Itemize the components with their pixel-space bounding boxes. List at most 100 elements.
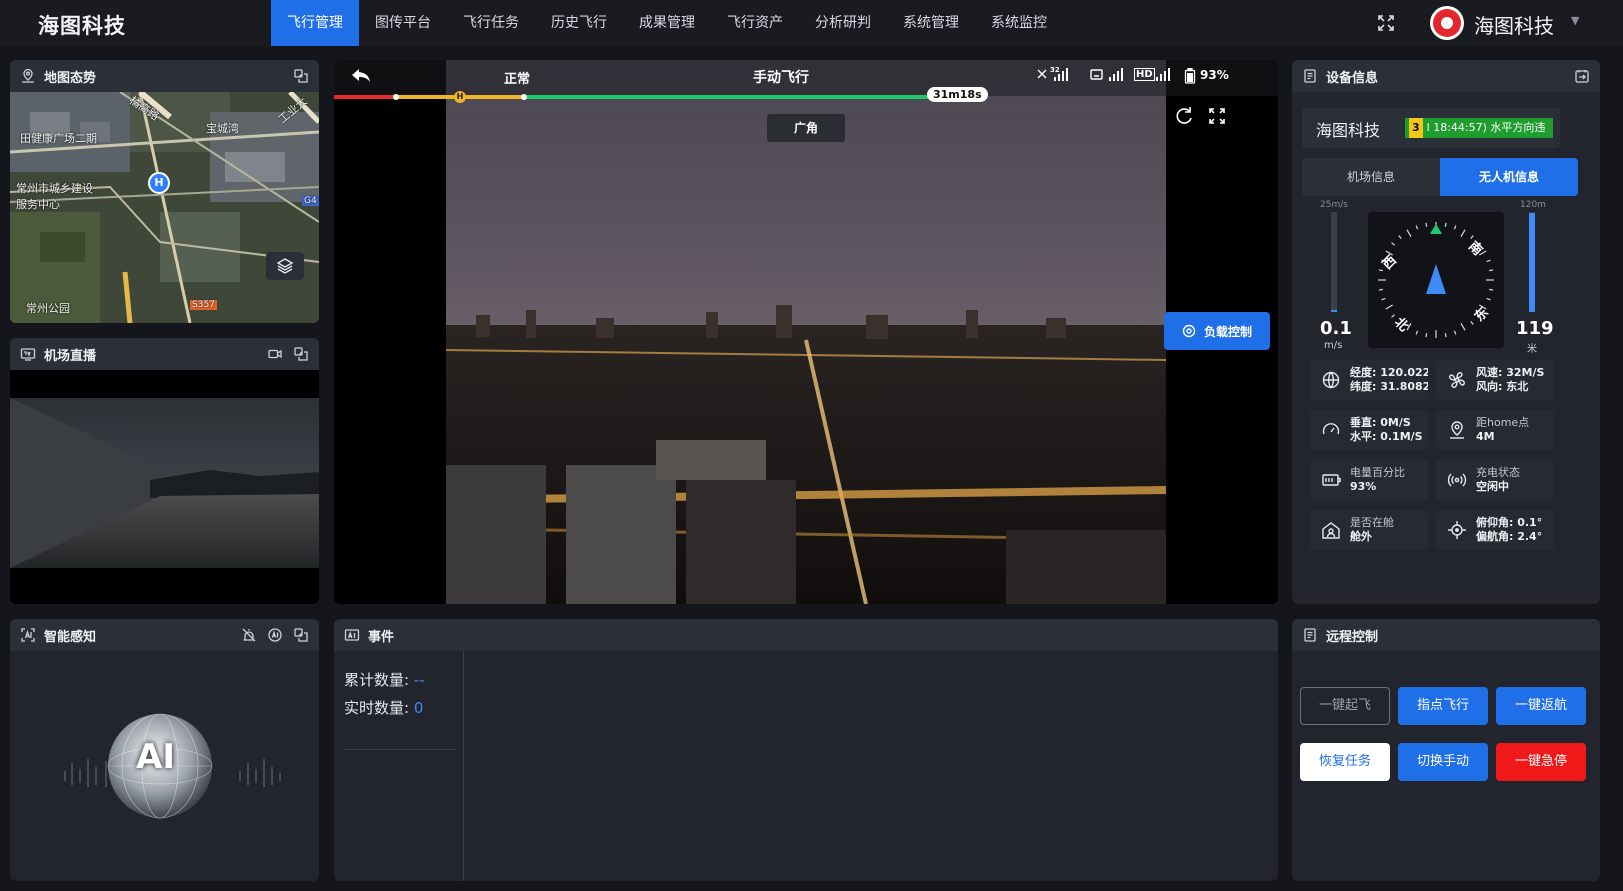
drone-video-panel: 正常 手动飞行 32 HD 93% H 31m18s 广角 负载控制 (334, 60, 1278, 604)
device-name: 海图科技 (1316, 121, 1381, 140)
camera-icon[interactable] (267, 346, 283, 362)
event-panel: 事件 累计数量: -- 实时数量: 0 (334, 619, 1278, 881)
back-arrow-icon[interactable] (350, 66, 372, 86)
compass-tick (1385, 304, 1393, 310)
refresh-icon[interactable] (1172, 104, 1196, 128)
lens-switch-button[interactable]: 广角 (767, 114, 845, 142)
map-road-badge: S357 (190, 300, 217, 310)
nav-system-monitoring[interactable]: 系统监控 (975, 0, 1063, 46)
ai-perception-panel: 智能感知 AI (10, 619, 319, 881)
alert-text: l 18:44:57) 水平方向违 (1426, 121, 1546, 134)
compass-tick (1378, 269, 1383, 272)
layers-icon[interactable] (266, 252, 304, 280)
fullscreen-icon[interactable] (1205, 104, 1229, 128)
compass-tick (1391, 242, 1396, 246)
home-distance-label: 距home点 (1476, 416, 1530, 429)
remote-control-panel: 远程控制 一键起飞 指点飞行 一键返航 恢复任务 切换手动 一键急停 (1292, 619, 1600, 881)
nav-results[interactable]: 成果管理 (623, 0, 711, 46)
map-road-badge: G4 (302, 196, 319, 206)
compass-tick (1415, 225, 1419, 230)
map-label: 服务中心 (16, 198, 60, 211)
battery-icon (1320, 469, 1342, 491)
ai-panel-title: 智能感知 (44, 629, 97, 645)
alarm-off-icon[interactable] (241, 627, 257, 643)
cabin-value: 舱外 (1350, 530, 1372, 543)
nav-flight-tasks[interactable]: 飞行任务 (447, 0, 535, 46)
info-home-distance: 距home点 4M (1436, 410, 1554, 450)
nav-flight-history[interactable]: 历史飞行 (535, 0, 623, 46)
live-tv-icon (20, 346, 36, 362)
chevron-down-icon[interactable]: ▼ (1571, 14, 1579, 27)
event-panel-header: 事件 (334, 619, 1278, 651)
return-home-button[interactable]: 一键返航 (1496, 687, 1586, 725)
target-icon (1446, 519, 1468, 541)
tab-dock-info[interactable]: 机场信息 (1302, 158, 1440, 196)
compass-tick (1489, 269, 1494, 272)
user-avatar[interactable] (1430, 6, 1464, 40)
device-selector[interactable]: 海图科技 3l 18:44:57) 水平方向违 (1302, 108, 1560, 148)
device-info-title: 设备信息 (1326, 70, 1379, 86)
battery-icon (1184, 68, 1196, 84)
ai-scan-icon (20, 627, 36, 643)
expand-window-icon[interactable] (293, 627, 309, 643)
battery-value: 93% (1350, 480, 1377, 493)
compass-tick (1460, 323, 1466, 331)
expand-window-icon[interactable] (293, 68, 309, 84)
point-flight-button[interactable]: 指点飞行 (1398, 687, 1488, 725)
total-count-label: 累计数量: (344, 671, 410, 689)
compass-tick (1486, 297, 1491, 301)
altitude-unit: 米 (1527, 344, 1537, 355)
dock-live-title: 机场直播 (44, 348, 97, 364)
nav-flight-management[interactable]: 飞行管理 (271, 0, 359, 46)
dock-live-header: 机场直播 (10, 338, 319, 370)
resume-task-button[interactable]: 恢复任务 (1300, 743, 1390, 781)
switch-icon[interactable] (1574, 68, 1590, 84)
flight-status: 正常 (504, 72, 531, 87)
satellite-count: 32 (1050, 66, 1060, 74)
map-label: 宝城湾 (206, 122, 239, 135)
info-cabin: 是否在舱 舱外 (1310, 510, 1428, 550)
compass-tick (1406, 229, 1412, 237)
compass-tick (1391, 314, 1396, 318)
user-name[interactable]: 海图科技 (1474, 10, 1554, 39)
altitude-max-label: 120m (1520, 200, 1546, 210)
tab-drone-info[interactable]: 无人机信息 (1440, 158, 1578, 196)
nav-flight-assets[interactable]: 飞行资产 (711, 0, 799, 46)
nav-analysis[interactable]: 分析研判 (799, 0, 887, 46)
horizontal-speed: 水平: 0.1M/S (1350, 430, 1423, 443)
manual-mode-button[interactable]: 切换手动 (1398, 743, 1488, 781)
nav-system-management[interactable]: 系统管理 (887, 0, 975, 46)
satellite-map[interactable]: 橘高路 工业大 宝城湾 田健康广场二期 常州市城乡建设 服务中心 G4 常州公园… (10, 92, 319, 323)
map-label: 田健康广场二期 (20, 132, 97, 145)
emergency-stop-button[interactable]: 一键急停 (1496, 743, 1586, 781)
globe-icon (1320, 369, 1342, 391)
remote-control-title: 远程控制 (1326, 629, 1379, 645)
flight-mode: 手动飞行 (753, 70, 809, 86)
info-battery: 电量百分比 93% (1310, 460, 1428, 500)
device-tabs: 机场信息 无人机信息 (1302, 158, 1578, 196)
fullscreen-icon[interactable] (1376, 13, 1396, 33)
hd-signal-icon (1154, 67, 1172, 83)
document-icon (1302, 627, 1318, 643)
hd-badge: HD (1134, 68, 1155, 81)
dock-live-panel: 机场直播 (10, 338, 319, 604)
payload-control-button[interactable]: 负载控制 (1164, 312, 1270, 350)
house-icon (1320, 519, 1342, 541)
compass-tick (1425, 333, 1428, 338)
ai-toggle-icon[interactable] (267, 627, 283, 643)
wind-direction: 风向: 东北 (1476, 380, 1529, 393)
takeoff-button[interactable]: 一键起飞 (1300, 687, 1390, 725)
battery-percentage: 93% (1200, 68, 1229, 82)
nav-image-transmission[interactable]: 图传平台 (359, 0, 447, 46)
home-point-marker: H (454, 91, 466, 103)
flight-time-remaining: 31m18s (927, 87, 988, 102)
payload-control-label: 负载控制 (1203, 324, 1252, 339)
speed-value: 0.1 (1320, 318, 1352, 339)
compass-tick (1398, 235, 1402, 240)
event-stats: 累计数量: -- 实时数量: 0 (334, 651, 464, 881)
remote-signal-icon (1089, 67, 1129, 83)
dock-live-video[interactable] (10, 370, 319, 604)
expand-window-icon[interactable] (293, 346, 309, 362)
home-marker-icon[interactable]: H (148, 172, 170, 194)
compass-tick (1415, 330, 1419, 335)
